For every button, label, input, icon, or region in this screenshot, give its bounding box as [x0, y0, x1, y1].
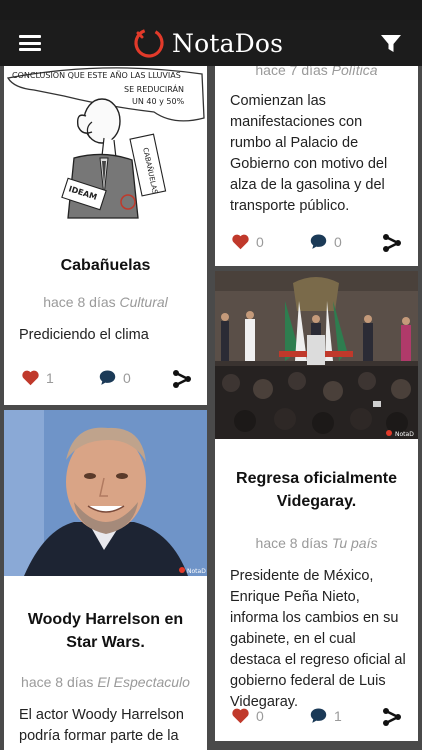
- comment-count: 0: [123, 369, 131, 386]
- share-icon: [383, 234, 401, 252]
- card-meta: hace 8 días Tu país: [215, 535, 418, 551]
- cartoon-text-line3: UN 40 y 50%: [132, 97, 185, 106]
- like-count: 0: [256, 233, 264, 250]
- news-card-woody-harrelson[interactable]: NotaD Woody Harrelson en Star Wars. hace…: [4, 410, 207, 750]
- card-actions: 0 0: [215, 233, 418, 259]
- card-meta: hace 7 días Política: [215, 66, 418, 78]
- comment-count: 0: [334, 233, 342, 250]
- logo-ring-icon: [134, 28, 164, 58]
- photo-watermark: NotaD: [187, 568, 206, 575]
- news-card-videgaray[interactable]: NotaD Regresa oficialmente Videgaray. ha…: [215, 271, 418, 741]
- card-category[interactable]: El Espectaculo: [97, 674, 190, 690]
- like-count: 1: [46, 369, 54, 386]
- share-button[interactable]: [382, 233, 402, 253]
- news-feed[interactable]: CONCLUSION QUE ESTE AÑO LAS LLUVIAS SE R…: [0, 66, 422, 750]
- cartoon-text-line2: SE REDUCIRÁN: [124, 83, 184, 94]
- comment-button[interactable]: 0: [309, 233, 342, 250]
- photo-watermark: NotaD: [395, 431, 414, 438]
- logo-text: NotaDos: [172, 28, 284, 58]
- heart-icon: [22, 370, 39, 386]
- comment-icon: [310, 234, 327, 249]
- filter-funnel-icon[interactable]: [380, 34, 402, 54]
- card-actions: 1 0: [4, 369, 207, 395]
- card-time: hace 8 días: [21, 674, 94, 690]
- comment-button[interactable]: 1: [309, 707, 342, 724]
- card-title[interactable]: Cabañuelas: [4, 254, 207, 277]
- comment-icon: [310, 708, 327, 723]
- status-bar: [0, 0, 422, 20]
- press-conference-photo[interactable]: NotaD: [215, 271, 418, 439]
- card-time: hace 8 días: [43, 294, 116, 310]
- comment-button[interactable]: 0: [98, 369, 131, 386]
- card-excerpt: El actor Woody Harrelson podría formar p…: [19, 707, 184, 750]
- card-title[interactable]: Regresa oficialmente Videgaray.: [215, 467, 418, 513]
- cartoon-image[interactable]: CONCLUSION QUE ESTE AÑO LAS LLUVIAS SE R…: [4, 66, 207, 224]
- share-icon: [383, 708, 401, 726]
- heart-icon: [232, 234, 249, 250]
- card-meta: hace 8 días El Espectaculo: [4, 674, 207, 690]
- like-button[interactable]: 1: [21, 369, 54, 386]
- like-button[interactable]: 0: [231, 707, 264, 724]
- card-meta: hace 8 días Cultural: [4, 294, 207, 310]
- card-title[interactable]: Woody Harrelson en Star Wars.: [4, 608, 207, 654]
- card-time: hace 7 días: [255, 66, 328, 78]
- card-actions: 0 1: [215, 707, 418, 733]
- like-button[interactable]: 0: [231, 233, 264, 250]
- card-time: hace 8 días: [255, 535, 328, 551]
- like-count: 0: [256, 707, 264, 724]
- card-category[interactable]: Cultural: [120, 294, 168, 310]
- news-card-manifestaciones[interactable]: hace 7 días Política Comienzan las manif…: [215, 66, 418, 266]
- top-navbar: NotaDos: [0, 20, 422, 66]
- comment-icon: [99, 370, 116, 385]
- card-category[interactable]: Tu país: [332, 535, 378, 551]
- heart-icon: [232, 708, 249, 724]
- share-button[interactable]: [172, 369, 192, 389]
- comment-count: 1: [334, 707, 342, 724]
- card-excerpt: Presidente de México, Enrique Peña Nieto…: [230, 568, 406, 710]
- app-logo[interactable]: NotaDos: [133, 26, 283, 60]
- share-icon: [173, 370, 191, 388]
- cartoon-text-line1: CONCLUSION QUE ESTE AÑO LAS LLUVIAS: [12, 70, 181, 80]
- card-category[interactable]: Política: [332, 66, 378, 78]
- news-card-cabanuelas[interactable]: CONCLUSION QUE ESTE AÑO LAS LLUVIAS SE R…: [4, 66, 207, 405]
- card-excerpt: Prediciendo el clima: [19, 327, 149, 343]
- hamburger-menu-icon[interactable]: [19, 35, 41, 51]
- share-button[interactable]: [382, 707, 402, 727]
- woody-harrelson-photo[interactable]: NotaD: [4, 410, 207, 576]
- card-excerpt: Comienzan las manifestaciones con rumbo …: [230, 93, 388, 214]
- app-root: NotaDos CONCLUSION QUE ESTE AÑO LAS LLUV…: [0, 0, 422, 750]
